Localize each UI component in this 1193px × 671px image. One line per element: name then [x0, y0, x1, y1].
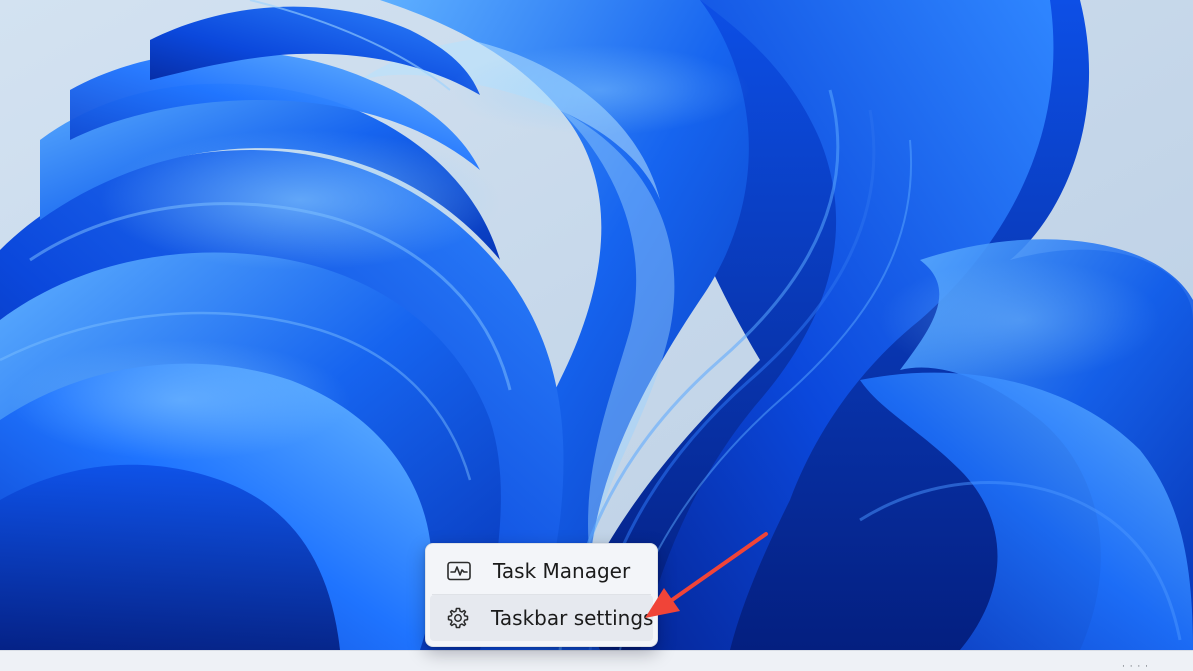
system-tray[interactable]: · · · ·: [1122, 662, 1149, 671]
taskbar-context-menu: Task Manager Taskbar settings: [425, 543, 658, 647]
taskbar: · · · ·: [0, 650, 1193, 671]
desktop: · · · · Task Manager Taskbar settings: [0, 0, 1193, 671]
menu-item-task-manager[interactable]: Task Manager: [430, 548, 653, 594]
menu-item-label: Task Manager: [493, 559, 631, 583]
menu-item-taskbar-settings[interactable]: Taskbar settings: [430, 595, 653, 641]
menu-item-label: Taskbar settings: [491, 606, 654, 630]
task-manager-icon: [446, 558, 472, 584]
gear-icon: [446, 605, 470, 631]
